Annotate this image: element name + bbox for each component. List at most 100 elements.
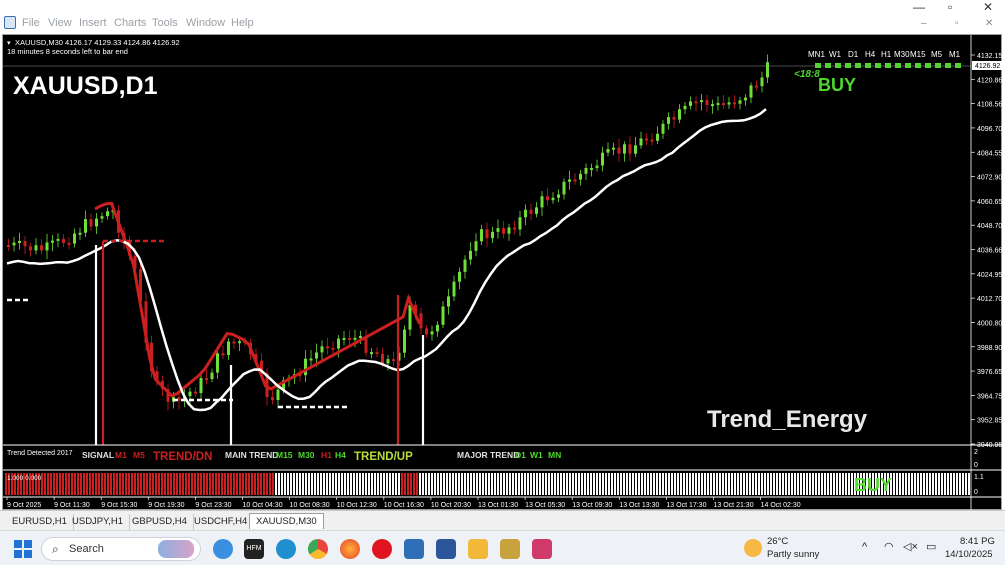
menu-view[interactable]: View <box>48 17 72 29</box>
candle-body <box>56 238 60 241</box>
candle-body <box>425 328 428 335</box>
histogram-bar <box>674 473 676 495</box>
file-explorer-icon[interactable] <box>468 539 488 559</box>
battery-icon[interactable]: ▭ <box>926 540 936 553</box>
tab-eurusd-h1[interactable]: EURUSD,H1 <box>6 514 74 530</box>
candle-body <box>304 358 307 376</box>
tab-usdjpy-h1[interactable]: USDJPY,H1 <box>66 514 131 530</box>
price-tick-label: 4120.86 <box>977 77 1002 84</box>
search-icon: ⌕ <box>52 542 59 556</box>
windows-start-icon[interactable] <box>14 540 32 558</box>
weather-sun-icon <box>744 539 762 557</box>
tab-usdchf-h4[interactable]: USDCHF,H4 <box>188 514 255 530</box>
time-tick-label: 13 Oct 09:30 <box>572 502 612 509</box>
menu-help[interactable]: Help <box>231 17 254 29</box>
menu-tools[interactable]: Tools <box>152 17 178 29</box>
candle-body <box>342 337 346 340</box>
time-tick-label: 9 Oct 15:30 <box>101 502 137 509</box>
tab-xauusd-m30[interactable]: XAUUSD,M30 <box>249 513 324 529</box>
histogram-bar <box>722 473 724 495</box>
candle-body <box>667 117 670 124</box>
histogram-bar <box>89 473 91 495</box>
histogram-bar <box>617 473 619 495</box>
chart-canvas[interactable]: XAUUSD,M30 4126.17 4129.33 4124.86 4126.… <box>3 35 1003 511</box>
tab-gbpusd-h4[interactable]: GBPUSD,H4 <box>126 514 194 530</box>
histogram-bar <box>296 473 298 495</box>
hfm-app-icon[interactable]: HFM <box>244 539 264 559</box>
histogram-bar <box>278 473 280 495</box>
histogram-bar <box>647 473 649 495</box>
histogram-bar <box>230 473 232 495</box>
histogram-bar <box>755 473 757 495</box>
widgets-icon[interactable] <box>213 539 233 559</box>
histogram-bar <box>119 473 121 495</box>
histogram-bar <box>176 473 178 495</box>
histogram-bar <box>455 473 457 495</box>
word-app-icon[interactable] <box>436 539 456 559</box>
histogram-bar <box>269 473 271 495</box>
weather-temp[interactable]: 26°C <box>767 536 788 547</box>
mt-terminal-icon[interactable] <box>404 539 424 559</box>
histogram-bar <box>326 473 328 495</box>
histogram-bar <box>587 473 589 495</box>
histogram-bar <box>536 473 538 495</box>
edge-browser-icon[interactable] <box>276 539 296 559</box>
clock-date[interactable]: 14/10/2025 <box>945 549 993 560</box>
child-minimize-button[interactable]: – <box>921 18 927 29</box>
chevron-up-icon[interactable]: ^ <box>862 541 867 553</box>
price-tick-label: 4108.56 <box>977 102 1002 109</box>
histogram-bar <box>284 473 286 495</box>
close-button[interactable]: ✕ <box>983 0 993 14</box>
menu-window[interactable]: Window <box>186 17 225 29</box>
signal-state: TREND/DN <box>153 451 212 463</box>
menu-file[interactable]: File <box>22 17 40 29</box>
histogram-bar <box>719 473 721 495</box>
child-close-button[interactable]: ✕ <box>985 18 993 29</box>
speaker-muted-icon[interactable]: ◁× <box>903 540 918 553</box>
candle-body <box>474 241 478 251</box>
candle-body <box>194 391 197 394</box>
opera-browser-icon[interactable] <box>372 539 392 559</box>
histogram-bar <box>425 473 427 495</box>
price-tick-label: 4036.66 <box>977 248 1002 255</box>
menu-charts[interactable]: Charts <box>114 17 146 29</box>
firefox-browser-icon[interactable] <box>340 539 360 559</box>
histogram-bar <box>740 473 742 495</box>
candle-body <box>650 139 654 142</box>
histogram-bar <box>458 473 460 495</box>
price-tick-label: 3964.75 <box>977 393 1002 400</box>
histogram-bar <box>101 473 103 495</box>
taskbar-search[interactable]: ⌕ Search <box>41 537 201 561</box>
chrome-browser-icon[interactable] <box>308 539 328 559</box>
histogram-bar <box>827 473 829 495</box>
histogram-bar <box>530 473 532 495</box>
candle-body <box>436 324 439 332</box>
weather-desc[interactable]: Partly sunny <box>767 549 819 560</box>
histogram-bar <box>476 473 478 495</box>
timeframe-label: M15 <box>910 50 926 59</box>
candle-body <box>441 306 445 325</box>
histogram-bar <box>779 473 781 495</box>
histogram-bar <box>305 473 307 495</box>
histogram-bar <box>590 473 592 495</box>
candle-body <box>584 167 588 174</box>
histogram-bar <box>164 473 166 495</box>
menu-insert[interactable]: Insert <box>79 17 107 29</box>
minimize-button[interactable]: — <box>913 0 925 14</box>
candle-body <box>727 102 731 105</box>
histogram-bar <box>86 473 88 495</box>
time-tick-label: 13 Oct 13:30 <box>619 502 659 509</box>
wifi-icon[interactable]: ◠ <box>884 540 894 553</box>
snipping-tool-icon[interactable] <box>532 539 552 559</box>
restore-button[interactable]: ▫ <box>948 0 952 14</box>
candle-body <box>700 100 703 103</box>
main-h4: H4 <box>335 450 346 460</box>
histogram-bar <box>506 473 508 495</box>
child-restore-button[interactable]: ▫ <box>955 18 959 29</box>
histogram-bar <box>746 473 748 495</box>
histogram-bar <box>347 473 349 495</box>
clock-time[interactable]: 8:41 PG <box>960 536 995 547</box>
major-d1: D1 <box>515 450 526 460</box>
trading-app-icon[interactable] <box>500 539 520 559</box>
chart-area[interactable]: XAUUSD,M30 4126.17 4129.33 4124.86 4126.… <box>2 34 1003 511</box>
